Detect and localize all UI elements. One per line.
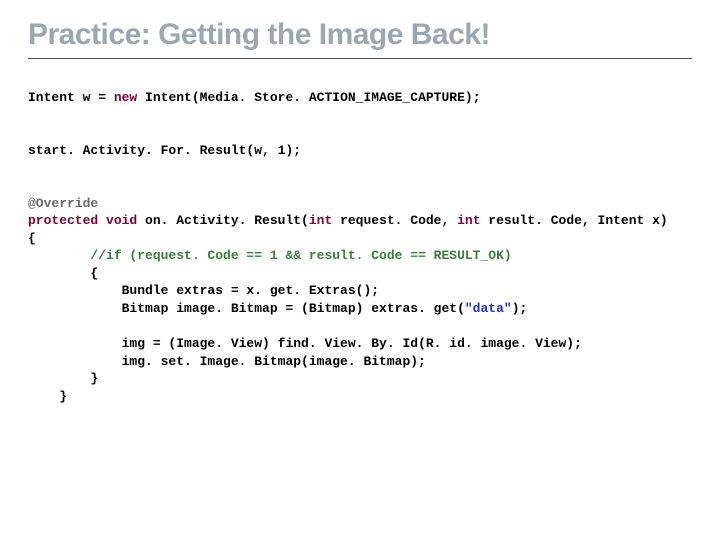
code-line-2: start. Activity. For. Result(w, 1); bbox=[28, 143, 301, 158]
code-line-9: Bitmap image. Bitmap = (Bitmap) extras. … bbox=[28, 301, 527, 316]
code-line-3: @Override bbox=[28, 196, 98, 211]
code-line-6: //if (request. Code == 1 && result. Code… bbox=[28, 248, 512, 263]
code-line-12: } bbox=[28, 371, 98, 386]
code-line-4: protected void on. Activity. Result(int … bbox=[28, 213, 668, 228]
code-line-13: } bbox=[28, 389, 67, 404]
code-line-10: img = (Image. View) find. View. By. Id(R… bbox=[28, 336, 582, 351]
code-line-1: Intent w = new Intent(Media. Store. ACTI… bbox=[28, 90, 481, 105]
title-rule bbox=[28, 58, 692, 59]
code-line-5: { bbox=[28, 231, 36, 246]
code-line-7: { bbox=[28, 266, 98, 281]
code-block: Intent w = new Intent(Media. Store. ACTI… bbox=[28, 71, 692, 423]
page-title: Practice: Getting the Image Back! bbox=[28, 18, 692, 52]
code-line-11: img. set. Image. Bitmap(image. Bitmap); bbox=[28, 354, 426, 369]
code-line-8: Bundle extras = x. get. Extras(); bbox=[28, 283, 379, 298]
